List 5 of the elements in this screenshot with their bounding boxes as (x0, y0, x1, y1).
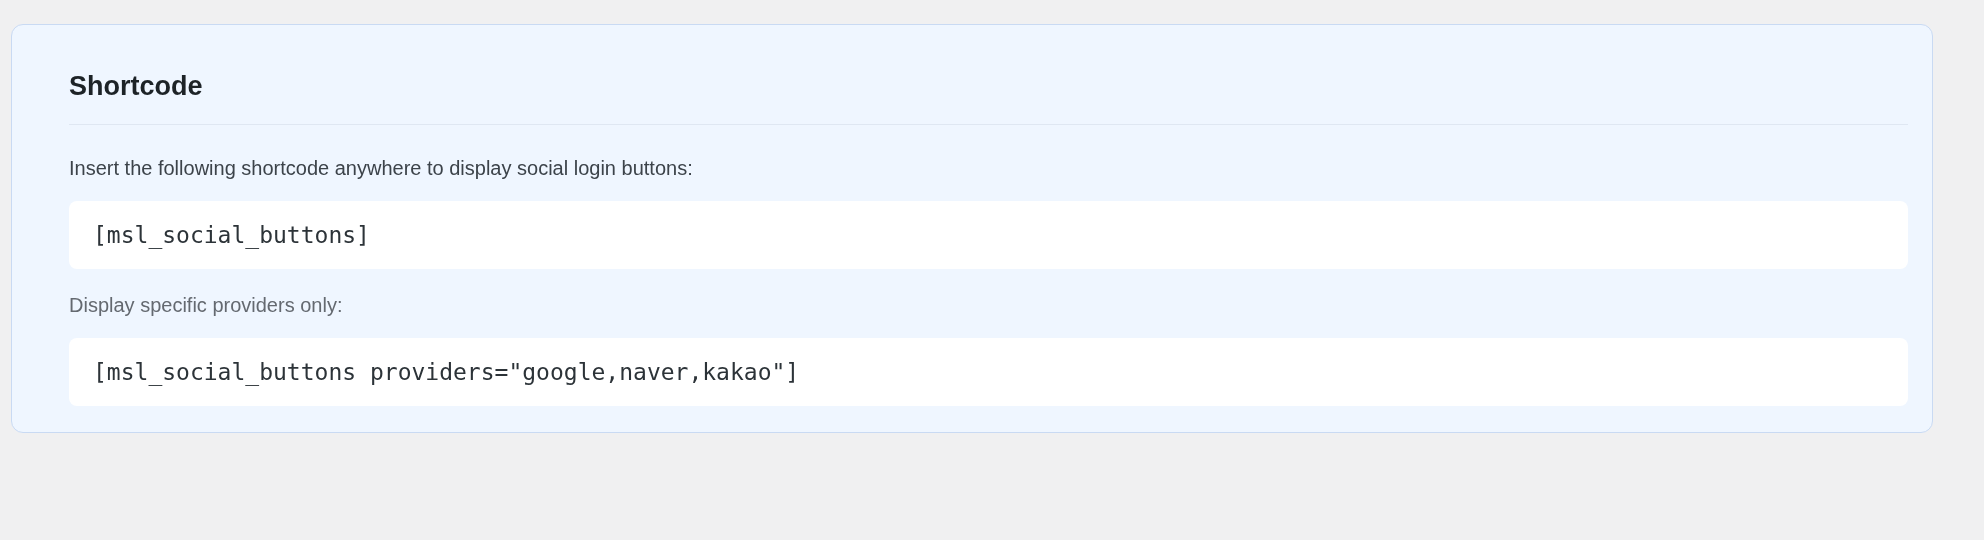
shortcode-block: [msl_social_buttons] (69, 201, 1908, 269)
shortcode-example-block: [msl_social_buttons providers="google,naver,kakao"] (69, 338, 1908, 406)
section-title: Shortcode (69, 70, 204, 103)
intro-text: Insert the following shortcode anywhere to display social login buttons: (69, 156, 694, 181)
note-text: Display specific providers only: (69, 293, 344, 318)
